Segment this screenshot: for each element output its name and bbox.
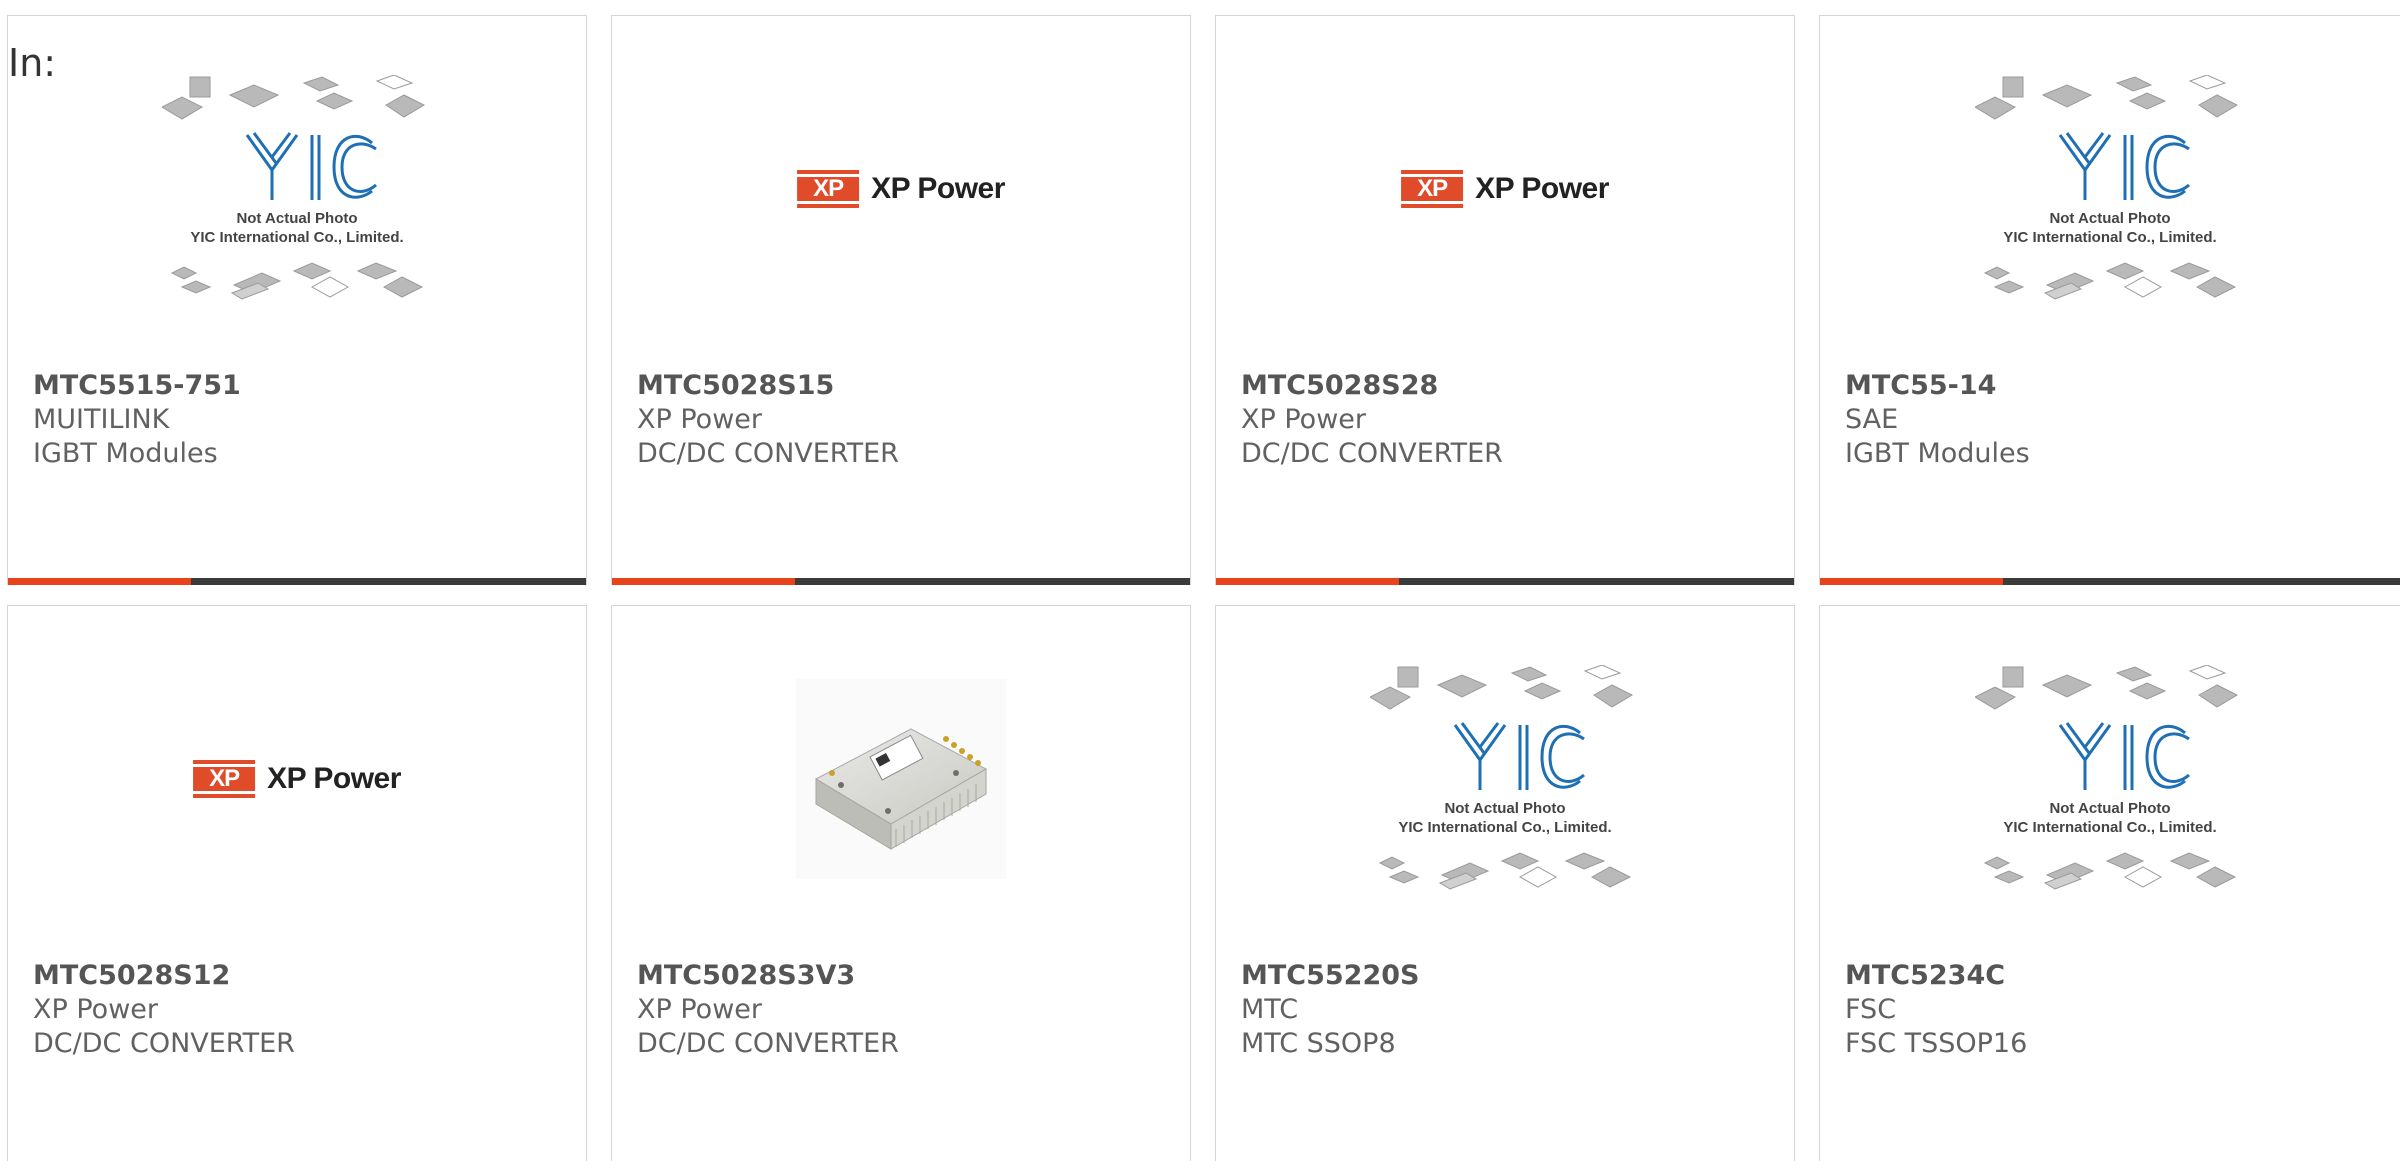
- product-image[interactable]: XP XP Power: [1216, 16, 1794, 361]
- category-label: DC/DC CONVERTER: [637, 438, 899, 469]
- card-bottom-bar: [8, 578, 586, 585]
- part-number-link[interactable]: MTC5028S15: [637, 369, 1170, 403]
- yic-placeholder-icon: Not Actual Photo YIC International Co., …: [1370, 665, 1634, 890]
- manufacturer-label: XP Power: [637, 404, 762, 435]
- manufacturer-label: XP Power: [33, 994, 158, 1025]
- product-image[interactable]: XP XP Power: [612, 16, 1190, 361]
- manufacturer-label: XP Power: [1241, 404, 1366, 435]
- category-label: FSC TSSOP16: [1845, 1028, 2028, 1059]
- part-number-link[interactable]: MTC5028S3V3: [637, 959, 1170, 993]
- yic-placeholder-icon: Not Actual Photo YIC International Co., …: [1975, 75, 2239, 300]
- manufacturer-label: MUITILINK: [33, 404, 170, 435]
- product-card[interactable]: Not Actual Photo YIC International Co., …: [1819, 15, 2400, 585]
- manufacturer-label: FSC: [1845, 994, 1897, 1025]
- svg-text:Not Actual Photo: Not Actual Photo: [236, 210, 357, 227]
- svg-text:Not Actual Photo: Not Actual Photo: [2049, 210, 2170, 227]
- card-bottom-bar: [1216, 578, 1794, 585]
- xp-power-logo-icon: XP XP Power: [797, 169, 1005, 208]
- part-number-link[interactable]: MTC55-14: [1845, 369, 2380, 403]
- product-card[interactable]: Not Actual Photo YIC International Co., …: [1215, 605, 1795, 1161]
- product-card[interactable]: XP XP Power MTC5028S12 XP Power DC/DC CO…: [7, 605, 587, 1161]
- xp-power-logo-icon: XP XP Power: [193, 759, 401, 798]
- product-image[interactable]: Not Actual Photo YIC International Co., …: [1820, 606, 2400, 951]
- product-image[interactable]: XP XP Power: [8, 606, 586, 951]
- part-number-link[interactable]: MTC55220S: [1241, 959, 1774, 993]
- svg-text:YIC International Co., Limited: YIC International Co., Limited.: [2003, 229, 2216, 246]
- part-number-link[interactable]: MTC5234C: [1845, 959, 2380, 993]
- category-label: IGBT Modules: [1845, 438, 2030, 469]
- part-number-link[interactable]: MTC5515-751: [33, 369, 566, 403]
- manufacturer-label: MTC: [1241, 994, 1299, 1025]
- product-image[interactable]: Not Actual Photo YIC International Co., …: [8, 16, 586, 361]
- manufacturer-label: XP Power: [637, 994, 762, 1025]
- product-card[interactable]: MTC5028S3V3 XP Power DC/DC CONVERTER: [611, 605, 1191, 1161]
- card-bottom-bar: [1820, 578, 2400, 585]
- svg-text:Not Actual Photo: Not Actual Photo: [2049, 800, 2170, 817]
- manufacturer-label: SAE: [1845, 404, 1899, 435]
- product-card[interactable]: Not Actual Photo YIC International Co., …: [7, 15, 587, 585]
- svg-text:Not Actual Photo: Not Actual Photo: [1444, 800, 1565, 817]
- category-label: DC/DC CONVERTER: [1241, 438, 1503, 469]
- yic-placeholder-icon: Not Actual Photo YIC International Co., …: [1975, 665, 2239, 890]
- category-label: DC/DC CONVERTER: [637, 1028, 899, 1059]
- category-label: IGBT Modules: [33, 438, 218, 469]
- dc-converter-module-icon: [796, 678, 1006, 879]
- product-image[interactable]: Not Actual Photo YIC International Co., …: [1216, 606, 1794, 951]
- category-label: DC/DC CONVERTER: [33, 1028, 295, 1059]
- product-card[interactable]: XP XP Power MTC5028S28 XP Power DC/DC CO…: [1215, 15, 1795, 585]
- part-number-link[interactable]: MTC5028S12: [33, 959, 566, 993]
- xp-power-logo-icon: XP XP Power: [1401, 169, 1609, 208]
- filter-label: In:: [8, 41, 57, 85]
- yic-placeholder-icon: Not Actual Photo YIC International Co., …: [162, 75, 426, 300]
- svg-text:YIC International Co., Limited: YIC International Co., Limited.: [1398, 819, 1611, 836]
- card-bottom-bar: [612, 578, 1190, 585]
- product-card[interactable]: XP XP Power MTC5028S15 XP Power DC/DC CO…: [611, 15, 1191, 585]
- product-card[interactable]: Not Actual Photo YIC International Co., …: [1819, 605, 2400, 1161]
- svg-text:YIC International Co., Limited: YIC International Co., Limited.: [2003, 819, 2216, 836]
- svg-text:YIC International Co., Limited: YIC International Co., Limited.: [190, 229, 403, 246]
- product-image[interactable]: Not Actual Photo YIC International Co., …: [1820, 16, 2400, 361]
- part-number-link[interactable]: MTC5028S28: [1241, 369, 1774, 403]
- product-image[interactable]: [612, 606, 1190, 951]
- category-label: MTC SSOP8: [1241, 1028, 1396, 1059]
